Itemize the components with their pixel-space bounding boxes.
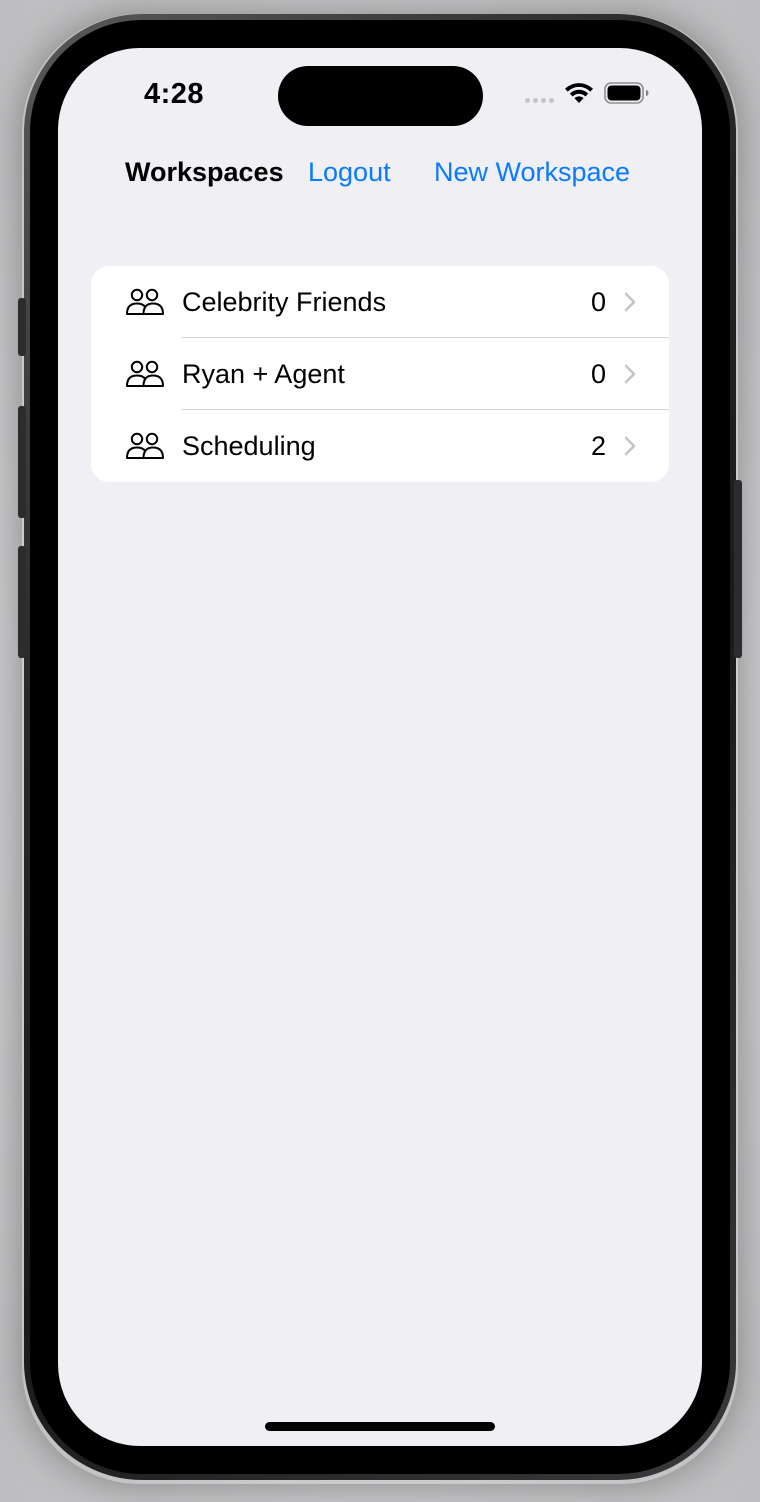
status-time: 4:28 [144,78,205,110]
chevron-right-icon [624,292,636,312]
power-button [734,480,742,658]
people-icon [126,288,164,315]
workspace-count: 0 [590,358,606,389]
status-icons [525,82,650,104]
app-screen: 4:28 Workspaces Logout New Workspace Cel… [58,48,702,1446]
volume-down-button [18,546,26,658]
workspace-name: Ryan + Agent [182,358,345,389]
workspace-name: Scheduling [182,430,316,461]
workspace-list: Celebrity Friends 0 Ryan + Agent 0 Sched… [91,266,669,482]
workspace-row-scheduling[interactable]: Scheduling 2 [91,410,669,482]
workspace-row-ryan-agent[interactable]: Ryan + Agent 0 [91,338,669,410]
workspace-count: 0 [590,286,606,317]
navigation-bar: Workspaces Logout New Workspace [58,152,702,196]
action-button [18,298,26,356]
new-workspace-button[interactable]: New Workspace [434,157,630,188]
people-icon [126,432,164,459]
volume-up-button [18,406,26,518]
signal-dots-icon [525,97,554,103]
chevron-right-icon [624,364,636,384]
logout-button[interactable]: Logout [308,157,391,188]
page-title: Workspaces [125,157,284,187]
people-icon [126,360,164,387]
wifi-icon [565,83,593,103]
workspace-name: Celebrity Friends [182,286,387,317]
battery-icon [604,82,649,104]
workspace-row-celebrity-friends[interactable]: Celebrity Friends 0 [91,266,669,338]
chevron-right-icon [624,436,636,456]
home-indicator[interactable] [265,1422,495,1431]
workspace-count: 2 [590,430,606,461]
dynamic-island [278,66,483,126]
